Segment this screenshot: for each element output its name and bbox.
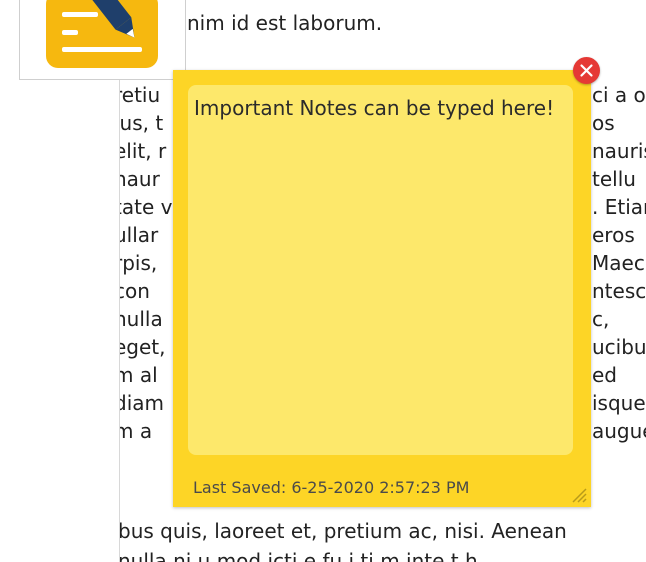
document-fragment-right: augue: [592, 419, 646, 443]
document-fragment-right: ntesc: [592, 279, 646, 303]
document-fragment-right: os: [592, 111, 615, 135]
document-fragment-left: elit, r: [119, 139, 167, 163]
document-fragment-left: ullar: [120, 223, 159, 247]
document-fragment-left: tate v: [119, 195, 173, 219]
document-fragment-left: ius, t: [119, 111, 164, 135]
document-fragment-left: m al: [120, 363, 158, 387]
document-fragment-right: c,: [592, 307, 610, 331]
document-line: nim id est laborum.: [187, 11, 383, 35]
close-icon: [580, 64, 593, 77]
close-note-button[interactable]: [573, 57, 600, 84]
document-fragment-left: m a: [120, 419, 153, 443]
sticky-note[interactable]: Important Notes can be typed here! Last …: [173, 70, 591, 507]
document-fragment-right: eros: [592, 223, 635, 247]
resize-grip-icon[interactable]: [567, 483, 587, 503]
document-fragment-left: con: [120, 279, 150, 303]
document-line-partial: nulla ni u mod icti e fu i ti m inte t h: [119, 549, 478, 562]
document-fragment-right: . Etiar: [592, 195, 646, 219]
last-saved-label: Last Saved: 6-25-2020 2:57:23 PM: [193, 478, 470, 497]
document-fragment-right: tellu: [592, 167, 636, 191]
notes-pencil-icon: [46, 0, 158, 68]
document-fragment-left: eget,: [119, 335, 166, 359]
document-fragment-left: nulla: [120, 307, 163, 331]
document-line: bus quis, laoreet et, pretium ac, nisi. …: [119, 519, 567, 543]
document-fragment-right: ucibu: [592, 335, 646, 359]
document-fragment-right: isque: [592, 391, 646, 415]
document-fragment-right: nauris: [592, 139, 646, 163]
document-fragment-left: diam: [119, 391, 164, 415]
document-fragment-left: rpis,: [120, 251, 158, 275]
app-icon-tile[interactable]: [19, 0, 186, 80]
document-fragment-right: Maece: [592, 251, 646, 275]
document-fragment-left: naur: [120, 167, 160, 191]
document-fragment-left: retiu: [120, 83, 161, 107]
note-text-area[interactable]: Important Notes can be typed here!: [188, 85, 573, 455]
document-fragment-right: ci a o: [592, 83, 646, 107]
document-fragment-right: ed: [592, 363, 617, 387]
